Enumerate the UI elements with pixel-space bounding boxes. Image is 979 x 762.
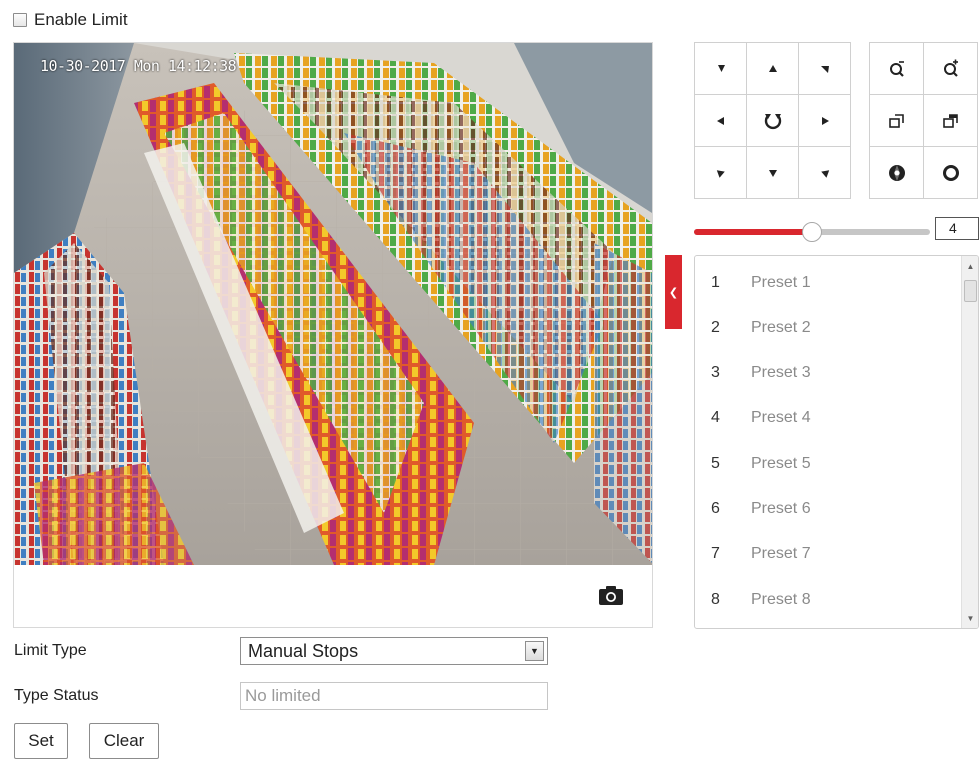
zoom-out-icon [889, 60, 904, 77]
preset-number: 3 [711, 364, 720, 382]
type-status-label: Type Status [14, 687, 99, 704]
preset-item[interactable]: 7 Preset 7 [695, 532, 959, 577]
set-button[interactable]: Set [14, 723, 68, 759]
chevron-left-icon: ❮ [668, 286, 679, 299]
ptz-right-button[interactable] [799, 95, 851, 147]
preset-number: 7 [711, 545, 720, 563]
live-video[interactable] [14, 43, 652, 565]
ptz-lens-pad [869, 42, 978, 199]
collapse-panel-tab[interactable]: ❮ [665, 255, 682, 329]
arrow-down-left-icon [716, 169, 725, 178]
ptz-down-button[interactable] [747, 147, 799, 199]
preset-name: Preset 5 [751, 454, 811, 472]
capture-button[interactable] [596, 583, 626, 607]
zoom-in-icon [943, 59, 958, 77]
iris-open-icon [942, 164, 959, 181]
arrow-right-icon [821, 116, 829, 125]
enable-limit-row[interactable]: Enable Limit [13, 9, 128, 31]
focus-near-icon [888, 113, 904, 128]
ptz-left-button[interactable] [695, 95, 747, 147]
preset-name: Preset 4 [751, 409, 811, 427]
preset-number: 5 [711, 454, 720, 472]
ptz-direction-pad [694, 42, 851, 199]
ptz-up-right-button[interactable] [799, 43, 851, 95]
preset-scrollbar[interactable]: ▲ ▼ [961, 256, 978, 628]
iris-open-button[interactable] [924, 147, 978, 199]
ptz-up-button[interactable] [747, 43, 799, 95]
preset-name: Preset 2 [751, 318, 811, 336]
scroll-up-icon[interactable]: ▲ [962, 260, 978, 274]
slider-fill [694, 229, 812, 235]
iris-close-icon [888, 164, 905, 181]
preset-item[interactable]: 4 Preset 4 [695, 396, 959, 441]
auto-pan-icon [764, 113, 781, 129]
ptz-up-left-button[interactable] [695, 43, 747, 95]
clear-button[interactable]: Clear [89, 723, 159, 759]
camera-icon [599, 586, 623, 605]
ptz-speed-slider[interactable] [694, 221, 930, 242]
preset-list: 1 Preset 1 2 Preset 2 3 Preset 3 4 Preset 4 5 Pre… [694, 255, 979, 629]
scroll-down-icon[interactable]: ▼ [962, 612, 978, 626]
focus-far-button[interactable] [924, 95, 978, 147]
scroll-thumb[interactable] [964, 280, 977, 302]
preset-name: Preset 6 [751, 500, 811, 517]
zoom-in-button[interactable] [924, 43, 978, 95]
limit-type-value: Manual Stops [248, 641, 359, 661]
preset-number: 1 [711, 273, 720, 291]
osd-timestamp: 10-30-2017 Mon 14:12:38 [40, 57, 237, 75]
preset-number: 8 [711, 590, 720, 608]
store-camera-image [14, 43, 652, 565]
preset-name: Preset 1 [751, 273, 811, 291]
preset-item[interactable]: 6 Preset 6 [695, 487, 959, 532]
preset-name: Preset 3 [751, 364, 811, 382]
ptz-down-right-button[interactable] [799, 147, 851, 199]
arrow-down-right-icon [820, 169, 829, 178]
speed-value-box[interactable]: 4 [935, 217, 979, 240]
enable-limit-checkbox[interactable] [13, 13, 27, 27]
preset-item[interactable]: 8 Preset 8 [695, 577, 959, 622]
preset-number: 6 [711, 500, 720, 517]
arrow-up-left-icon [717, 64, 725, 72]
preset-number: 2 [711, 318, 720, 336]
preset-number: 4 [711, 409, 720, 427]
arrow-up-right-icon [820, 65, 829, 73]
preset-item[interactable]: 5 Preset 5 [695, 441, 959, 486]
limit-type-label: Limit Type [14, 642, 87, 659]
iris-close-button[interactable] [870, 147, 924, 199]
type-status-field: No limited [240, 682, 548, 710]
limit-type-select[interactable]: Manual Stops ▼ [240, 637, 548, 665]
ptz-auto-button[interactable] [747, 95, 799, 147]
focus-near-button[interactable] [870, 95, 924, 147]
preset-name: Preset 8 [751, 590, 811, 608]
arrow-left-icon [716, 116, 724, 125]
ptz-down-left-button[interactable] [695, 147, 747, 199]
preset-item[interactable]: 3 Preset 3 [695, 351, 959, 396]
chevron-down-icon[interactable]: ▼ [525, 641, 544, 661]
preset-item[interactable]: 2 Preset 2 [695, 305, 959, 350]
ptz-control-panel [694, 42, 979, 216]
arrow-up-icon [768, 64, 777, 72]
preset-item[interactable]: 1 Preset 1 [695, 260, 959, 305]
enable-limit-label: Enable Limit [34, 10, 128, 29]
arrow-down-icon [768, 169, 777, 177]
focus-far-icon [942, 113, 958, 128]
zoom-out-button[interactable] [870, 43, 924, 95]
preset-name: Preset 7 [751, 545, 811, 563]
slider-thumb[interactable] [802, 222, 822, 242]
